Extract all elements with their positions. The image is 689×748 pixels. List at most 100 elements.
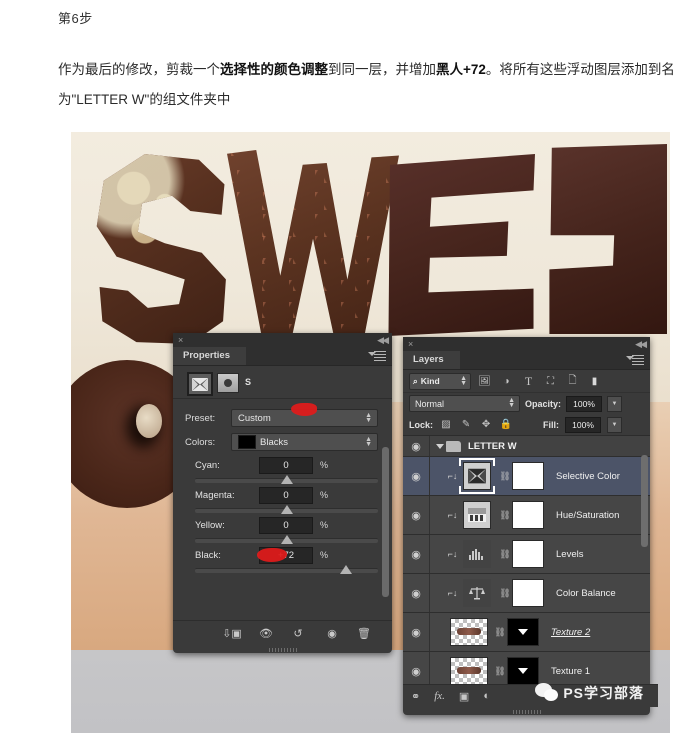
panel-resize-grip[interactable] <box>512 710 541 714</box>
black-unit: % <box>320 550 329 560</box>
delete-icon[interactable]: 🗑 <box>351 625 377 642</box>
color-balance-icon[interactable] <box>463 579 491 607</box>
black-slider[interactable] <box>195 565 378 574</box>
clipping-mask-icon: ⌐↓ <box>447 549 458 559</box>
link-mask-icon[interactable]: ⛓ <box>498 588 512 599</box>
reset-icon[interactable]: ↺ <box>285 625 311 642</box>
type-layer-filter-icon[interactable]: T <box>520 374 537 389</box>
layer-mask-thumbnail[interactable] <box>507 618 539 646</box>
link-mask-icon[interactable]: ⛓ <box>493 666 507 677</box>
yellow-value[interactable]: 0 <box>259 516 313 534</box>
new-adjustment-layer-icon[interactable]: ◐ <box>483 690 490 702</box>
layers-panel[interactable]: × ◀◀ Layers ⌕ Kind ▲ ▼ 🖼 ◑ T ⛶ 🗋 ▮ Normal <box>403 337 658 715</box>
fill-dropdown-icon[interactable]: ▼ <box>607 416 623 433</box>
cyan-slider[interactable] <box>195 475 378 484</box>
table-row[interactable]: ◉ ⌐↓ ⛓ Selective Color <box>403 457 650 496</box>
layer-mask-thumbnail[interactable] <box>507 657 539 685</box>
magenta-value[interactable]: 0 <box>259 486 313 504</box>
panel-menu-icon[interactable] <box>626 355 644 365</box>
layer-mask-thumbnail[interactable] <box>512 462 544 490</box>
link-mask-icon[interactable]: ⛓ <box>498 471 512 482</box>
chevron-down-icon[interactable] <box>436 443 444 449</box>
close-icon[interactable]: × <box>178 334 183 346</box>
layer-mask-thumbnail[interactable] <box>512 501 544 529</box>
toggle-visibility-icon[interactable]: ◉ <box>319 625 345 642</box>
yellow-label: Yellow: <box>195 519 225 531</box>
layer-kind-select[interactable]: ⌕ Kind ▲ ▼ <box>409 372 471 390</box>
layer-visibility-icon[interactable]: ◉ <box>403 535 430 573</box>
tab-layers[interactable]: Layers <box>403 351 460 369</box>
layer-name: Texture 1 <box>551 665 591 677</box>
collapse-icon[interactable]: ◀◀ <box>377 334 389 346</box>
link-mask-icon[interactable]: ⛓ <box>498 549 512 560</box>
layer-visibility-icon[interactable]: ◉ <box>403 613 430 651</box>
pixel-layer-filter-icon[interactable]: 🖼 <box>476 374 493 389</box>
table-row[interactable]: ◉ LETTER W <box>403 436 650 457</box>
blend-opacity-bar: Normal ▲ ▼ Opacity: 100% ▼ <box>403 393 650 414</box>
toggle-previous-state-icon[interactable]: 👁 <box>253 625 279 642</box>
desc-bold-1: 选择性的颜色调整 <box>220 62 328 77</box>
layer-mask-thumbnail[interactable] <box>512 579 544 607</box>
layer-mask-thumbnail[interactable] <box>512 540 544 568</box>
chevron-updown-icon: ▲ ▼ <box>365 436 372 448</box>
link-mask-icon[interactable]: ⛓ <box>493 627 507 638</box>
blend-mode-value: Normal <box>415 398 445 409</box>
magenta-slider[interactable] <box>195 505 378 514</box>
layer-name: LETTER W <box>468 440 517 452</box>
add-layer-mask-icon[interactable]: ▣ <box>459 690 469 703</box>
desc-bold-2: 黑人+72 <box>436 62 486 77</box>
smart-object-filter-icon[interactable]: 🗋 <box>564 374 581 389</box>
panel-menu-icon[interactable] <box>368 351 386 361</box>
table-row[interactable]: ◉ ⌐↓ ⛓ Levels <box>403 535 650 574</box>
layer-thumbnail[interactable] <box>450 618 488 646</box>
properties-panel-titlebar: × ◀◀ <box>173 333 392 347</box>
slider-row-yellow: Yellow: 0 % <box>173 516 392 534</box>
cyan-unit: % <box>320 460 329 470</box>
table-row[interactable]: ◉ ⌐↓ ⛓ Color Balance <box>403 574 650 613</box>
panel-resize-grip[interactable] <box>268 648 297 652</box>
hue-saturation-icon[interactable] <box>463 501 491 529</box>
layer-visibility-icon[interactable]: ◉ <box>403 496 430 534</box>
lock-all-icon[interactable]: 🔒 <box>499 418 513 432</box>
magenta-unit: % <box>320 490 329 500</box>
article-body: 第6步 作为最后的修改，剪裁一个选择性的颜色调整到同一层，并增加黑人+72。将所… <box>58 0 678 115</box>
properties-panel[interactable]: × ◀◀ Properties S Preset: Custom ▲ ▼ Col… <box>173 333 392 653</box>
link-mask-icon[interactable]: ⛓ <box>498 510 512 521</box>
color-swatch <box>238 435 256 449</box>
lock-transparent-pixels-icon[interactable]: ▨ <box>439 418 453 432</box>
layer-thumbnail[interactable] <box>450 657 488 685</box>
layer-visibility-icon[interactable]: ◉ <box>403 457 430 495</box>
layer-visibility-icon[interactable]: ◉ <box>403 436 430 456</box>
filter-toggle-icon[interactable]: ▮ <box>586 374 603 389</box>
close-icon[interactable]: × <box>408 338 413 350</box>
selective-color-icon[interactable] <box>459 458 495 494</box>
colors-value: Blacks <box>260 436 288 448</box>
selective-color-icon[interactable] <box>187 372 213 396</box>
adjustment-layer-filter-icon[interactable]: ◑ <box>498 374 515 389</box>
shape-layer-filter-icon[interactable]: ⛶ <box>542 374 559 389</box>
blend-mode-select[interactable]: Normal ▲ ▼ <box>409 395 520 412</box>
yellow-slider[interactable] <box>195 535 378 544</box>
levels-icon[interactable] <box>463 540 491 568</box>
lock-position-icon[interactable]: ✥ <box>479 418 493 432</box>
fill-value[interactable]: 100% <box>565 416 602 433</box>
layers-scrollbar[interactable] <box>641 455 648 547</box>
layer-visibility-icon[interactable]: ◉ <box>403 574 430 612</box>
collapse-icon[interactable]: ◀◀ <box>635 338 647 350</box>
chevron-updown-icon: ▲ ▼ <box>460 374 467 387</box>
tab-properties[interactable]: Properties <box>173 347 246 365</box>
opacity-value[interactable]: 100% <box>566 395 603 412</box>
layer-style-fx-icon[interactable]: fx. <box>434 690 445 702</box>
clipping-mask-icon: ⌐↓ <box>447 588 458 598</box>
cyan-value[interactable]: 0 <box>259 456 313 474</box>
layer-mask-icon[interactable] <box>217 373 239 393</box>
opacity-dropdown-icon[interactable]: ▼ <box>607 395 623 412</box>
table-row[interactable]: ◉ ⌐↓ ⛓ Hue/Saturation <box>403 496 650 535</box>
step-description: 作为最后的修改，剪裁一个选择性的颜色调整到同一层，并增加黑人+72。将所有这些浮… <box>58 55 680 115</box>
link-layers-icon[interactable]: ⚭ <box>411 690 420 703</box>
table-row[interactable]: ◉ ⛓ Texture 2 <box>403 613 650 652</box>
clip-to-layer-icon[interactable]: ⇩▣ <box>219 625 245 642</box>
fill-label: Fill: <box>543 419 560 430</box>
lock-image-pixels-icon[interactable]: ✎ <box>459 418 473 432</box>
colors-select[interactable]: Blacks ▲ ▼ <box>231 433 378 451</box>
